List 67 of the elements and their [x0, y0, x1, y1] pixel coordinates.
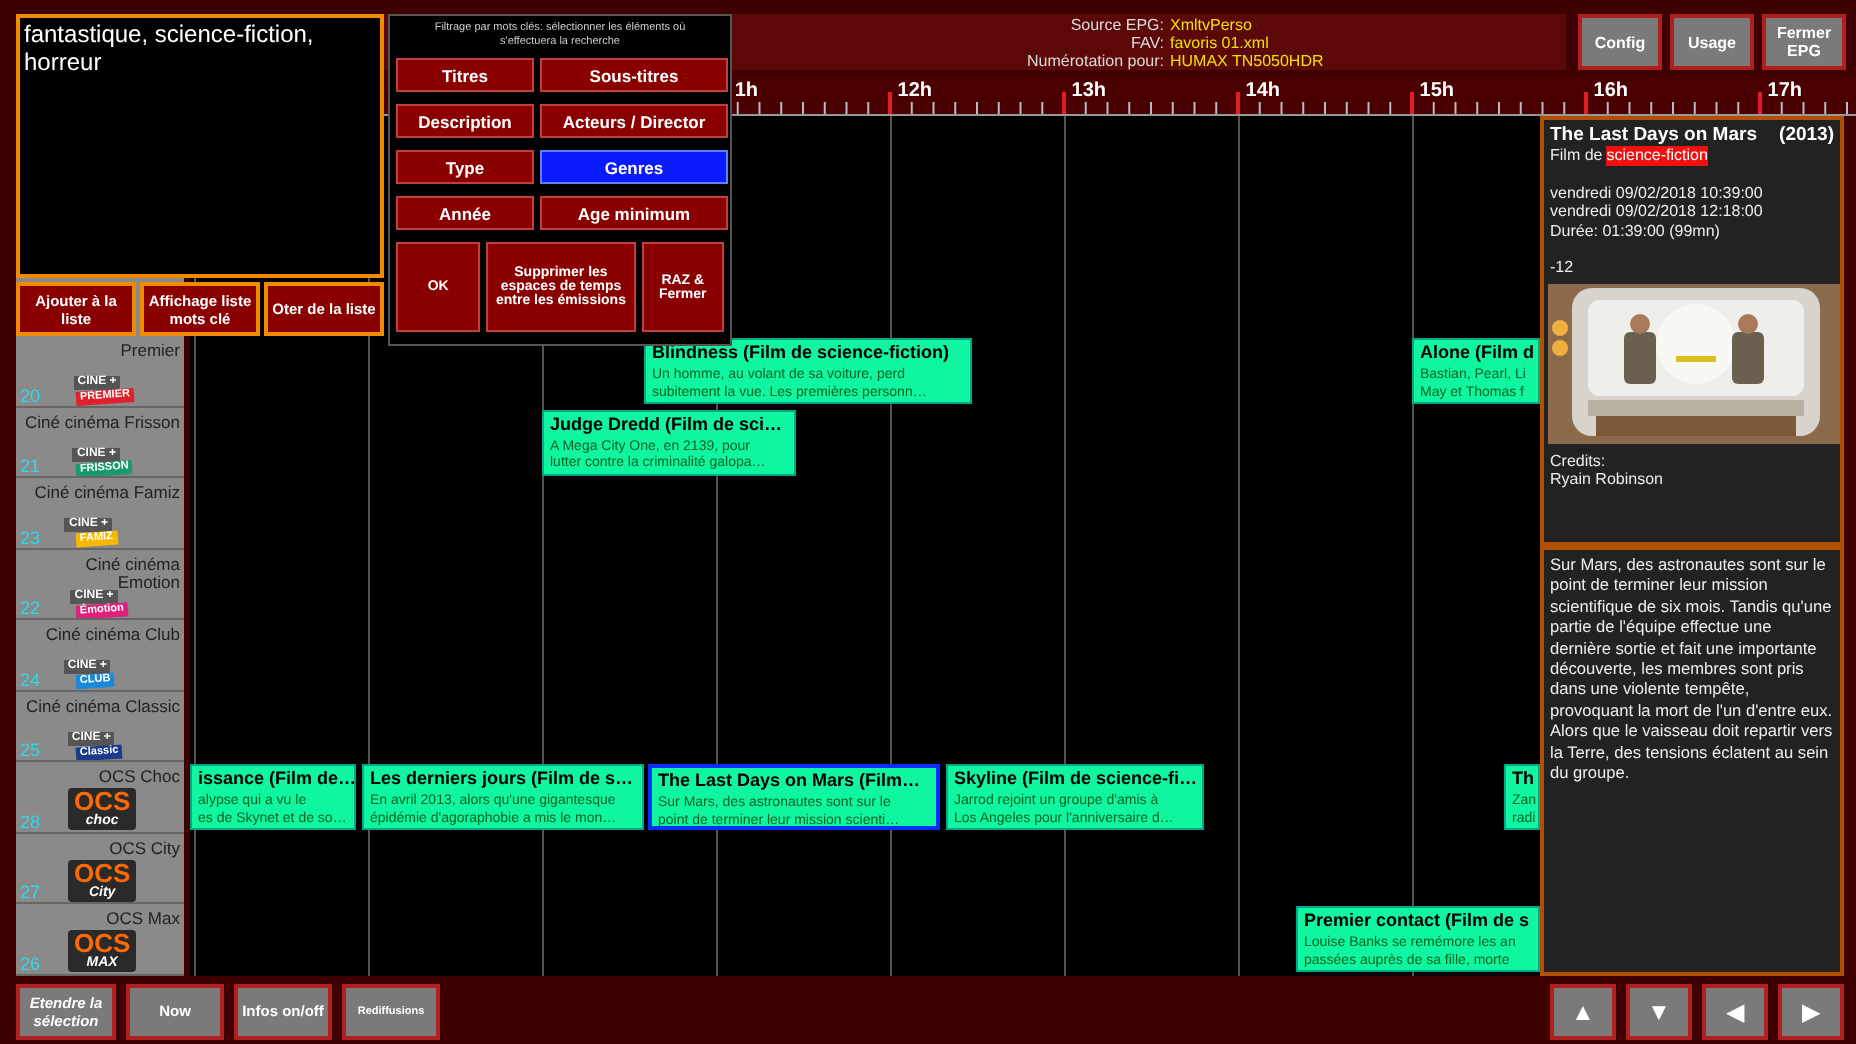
filter-toggle[interactable]: Genres — [540, 150, 728, 184]
channel-name: Ciné cinéma Frisson — [23, 413, 180, 432]
channel-number: 27 — [20, 882, 41, 902]
header-button[interactable]: Fermer EPG — [1762, 14, 1846, 70]
schedule-line: vendredi 09/02/2018 10:39:00 — [1550, 183, 1765, 202]
channel-name: OCS Max — [104, 910, 180, 929]
credits-label: Credits: — [1550, 451, 1608, 470]
channel-name: Ciné cinéma Emotion — [85, 555, 180, 592]
channel-name: Premier — [118, 342, 180, 361]
info-label: FAV: — [1129, 34, 1164, 52]
hour-label: 17h — [1767, 80, 1802, 102]
program-title: Premier contact (Film de s — [1304, 910, 1530, 932]
nav-button[interactable]: ▼ — [1626, 983, 1692, 1039]
filter-toggle[interactable]: Sous-titres — [540, 58, 728, 92]
header-button[interactable]: Usage — [1670, 14, 1754, 70]
schedule-line: Durée: 01:39:00 (99mn) — [1550, 221, 1722, 240]
program-title: Skyline (Film de science-fi… — [954, 768, 1198, 790]
info-label: Source EPG: — [1068, 16, 1164, 34]
program-year: (2013) — [1779, 124, 1834, 146]
header-button[interactable]: Config — [1578, 14, 1662, 70]
channel-number: 25 — [20, 740, 41, 760]
synopsis-text: Sur Mars, des astronautes sont sur le point de terminer leur mission scientifique de six mois. Tandis qu'une partie de l'équipe effectue une dernière sortie et fait une importante découverte, les membres sont pris dans une violente tempête, provoquant la mort de l'un d'entre eux. Alors que le vaisseau doit repartir vers la Terre, des tensions éclatent au sein du groupe. — [1550, 554, 1834, 783]
credits-text: Ryain Robinson — [1550, 470, 1665, 489]
program-title: The Last Days on Mars (Film… — [658, 770, 921, 792]
filter-toggle[interactable]: Année — [396, 196, 534, 230]
keyword-field[interactable]: fantastique, science-fiction, horreur — [16, 14, 384, 278]
filter-toggle[interactable]: Acteurs / Director — [540, 104, 728, 138]
filter-toggle[interactable]: Age minimum — [540, 196, 728, 230]
channel-number: 28 — [20, 811, 41, 831]
info-value: HUMAX TN5050HDR — [1170, 52, 1324, 70]
filter-toggle[interactable]: Description — [396, 104, 534, 138]
channel-number: 24 — [20, 669, 41, 689]
channel-name: Ciné cinéma Club — [43, 626, 180, 645]
program-title: Judge Dredd (Film de sci… — [550, 413, 783, 435]
hour-label: 12h — [897, 80, 932, 102]
nav-button[interactable]: ▶ — [1778, 983, 1844, 1039]
channel-number: 22 — [20, 598, 41, 618]
program-title: The Last Days on Mars — [1550, 124, 1759, 146]
program-title: Th — [1512, 768, 1534, 790]
program-title: Blindness (Film de science-fiction) — [652, 342, 950, 364]
nav-button[interactable]: ▲ — [1550, 983, 1616, 1039]
hour-label: 13h — [1071, 80, 1106, 102]
filter-toggle[interactable]: Type — [396, 150, 534, 184]
age-rating: -12 — [1550, 258, 1576, 277]
hour-label: 14h — [1245, 80, 1280, 102]
genre-highlight: science-fiction — [1606, 146, 1708, 165]
info-value: XmltvPerso — [1170, 16, 1254, 34]
channel-number: 21 — [20, 456, 41, 476]
channel-name: Ciné cinéma Classic — [24, 697, 180, 716]
channel-number: 23 — [20, 527, 41, 547]
hour-label: 1h — [734, 80, 758, 102]
genre-label: Film de — [1550, 146, 1603, 165]
channel-number: 26 — [20, 953, 41, 973]
program-title: issance (Film de… — [198, 768, 354, 790]
channel-name: OCS Choc — [96, 768, 180, 787]
channel-name: Ciné cinéma Famiz — [32, 484, 180, 503]
channel-number: 20 — [20, 385, 41, 405]
channel-name: OCS City — [107, 839, 180, 858]
filter-toggle[interactable]: Titres — [396, 58, 534, 92]
program-title: Les derniers jours (Film de s… — [370, 768, 634, 790]
nav-button[interactable]: ◀ — [1702, 983, 1768, 1039]
info-label: Numérotation pour: — [1025, 52, 1164, 70]
hour-label: 16h — [1593, 80, 1628, 102]
info-value: favoris 01.xml — [1170, 34, 1271, 52]
hour-label: 15h — [1419, 80, 1454, 102]
program-title: Alone (Film d — [1420, 342, 1534, 364]
schedule-line: vendredi 09/02/2018 12:18:00 — [1550, 202, 1765, 221]
